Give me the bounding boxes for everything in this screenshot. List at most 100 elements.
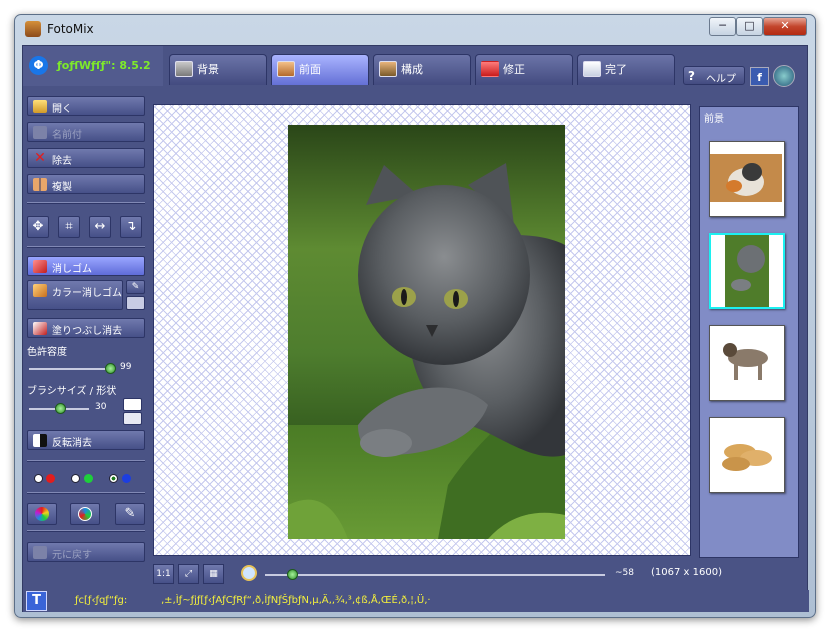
check-document-icon <box>583 61 601 77</box>
thumbnail-image <box>725 235 769 307</box>
color-wheel-icon[interactable] <box>27 503 57 525</box>
zoom-value: ~58 <box>615 568 634 578</box>
transform-toolbar: ✥ ⌗ ↔ ↴ <box>27 216 145 240</box>
tab-label: 前面 <box>299 63 321 76</box>
tab-fix[interactable]: 修正 <box>475 54 573 85</box>
save-label: 名前付 <box>52 130 82 141</box>
tab-label: 背景 <box>197 63 219 76</box>
eraser-button[interactable]: 消しゴム <box>27 256 145 276</box>
thumbnail-image <box>723 343 768 380</box>
grid-icon[interactable]: ▦ <box>203 564 224 584</box>
brush-size-label: ブラシサイズ / 形状 <box>27 386 117 397</box>
fill-erase-button[interactable]: 塗りつぶし消去 <box>27 318 145 338</box>
color-eraser-icon <box>33 284 47 297</box>
thumbnail-cat-sitting[interactable] <box>709 141 785 217</box>
flip-horizontal-icon[interactable]: ↔ <box>89 216 111 238</box>
fill-bucket-icon <box>33 322 47 335</box>
wand-icon[interactable]: ✎ <box>115 503 145 525</box>
title-bar: FotoMix ─ □ ✕ <box>15 15 815 43</box>
move-icon[interactable]: ✥ <box>27 216 49 238</box>
divider <box>27 202 145 204</box>
save-button[interactable]: 名前付 <box>27 122 145 142</box>
brush-size-slider[interactable] <box>29 403 89 414</box>
divider <box>27 460 145 462</box>
undo-icon <box>33 546 47 559</box>
color-tolerance-slider[interactable] <box>29 363 116 374</box>
undo-label: 元に戻す <box>52 550 92 561</box>
help-icon: ? <box>688 69 695 83</box>
globe-icon[interactable] <box>773 65 795 87</box>
open-button[interactable]: 開く <box>27 96 145 116</box>
eyedropper-icon[interactable]: ✎ <box>126 280 145 294</box>
status-bar: T ƒc[ƒ‹ƒqƒ“ƒg: ‚±‚Ìƒ~ƒjƒ[ƒ‹ƒAƒCƒRƒ“‚ð‚Ìƒ… <box>23 590 809 612</box>
radio-green[interactable] <box>71 474 80 483</box>
help-label: ヘルプ <box>706 74 736 85</box>
tab-label: 構成 <box>401 63 423 76</box>
help-button[interactable]: ? ヘルプ <box>683 66 745 85</box>
divider <box>27 530 145 532</box>
thumbnail-walking-cat[interactable] <box>709 325 785 401</box>
open-label: 開く <box>52 104 72 115</box>
logo-area: Φ ƒoƒſWƒſƒ": 8.5.2 <box>23 46 163 86</box>
invert-erase-button[interactable]: 反転消去 <box>27 430 145 450</box>
duplicate-button[interactable]: 複製 <box>27 174 145 194</box>
color-tolerance-value: 99 <box>120 362 132 372</box>
round-brush-shape[interactable] <box>123 398 142 411</box>
remove-label: 除去 <box>52 156 72 167</box>
actual-size-button[interactable]: 1:1 <box>153 564 174 584</box>
eraser-icon <box>33 260 47 273</box>
rotate-icon[interactable]: ↴ <box>120 216 142 238</box>
radio-blue-selected[interactable] <box>109 474 118 483</box>
zoom-slider[interactable] <box>265 569 605 580</box>
tab-done[interactable]: 完了 <box>577 54 675 85</box>
brush-size-value: 30 <box>95 402 107 412</box>
color-eraser-button[interactable]: カラー消しゴム <box>27 280 123 310</box>
version-label: ƒoƒſWƒſƒ": 8.5.2 <box>57 59 151 72</box>
remove-button[interactable]: ✕ 除去 <box>27 148 145 168</box>
background-tab-icon <box>175 61 193 77</box>
brush-icon <box>481 61 499 77</box>
color-eraser-label: カラー消しゴム <box>52 288 122 299</box>
composition-tab-icon <box>379 61 397 77</box>
text-tool-icon[interactable]: T <box>26 591 47 611</box>
tooltip-text: ‚±‚Ìƒ~ƒjƒ[ƒ‹ƒAƒCƒRƒ“‚ð‚ÌƒNƒŠƒbƒN‚µ‚Ä‚­‚¾… <box>161 595 431 606</box>
maximize-button[interactable]: □ <box>736 17 763 36</box>
image-dimensions: (1067 x 1600) <box>651 567 722 578</box>
zoom-knob[interactable] <box>287 569 298 580</box>
cat-image <box>288 163 565 539</box>
tab-background[interactable]: 背景 <box>169 54 267 85</box>
duplicate-icon <box>33 178 47 191</box>
undo-button[interactable]: 元に戻す <box>27 542 145 562</box>
crop-icon[interactable]: ⌗ <box>58 216 80 238</box>
square-brush-shape[interactable] <box>123 412 142 425</box>
tooltip-label: ƒc[ƒ‹ƒqƒ“ƒg: <box>75 595 128 606</box>
tab-foreground[interactable]: 前面 <box>271 54 369 85</box>
view-toolbar: 1:1 ⤢ ▦ ~58 (1067 x 1600) <box>153 562 803 586</box>
foreground-photo[interactable] <box>288 125 565 539</box>
delete-x-icon: ✕ <box>34 150 46 166</box>
folder-icon <box>33 100 47 113</box>
tab-label: 完了 <box>605 63 627 76</box>
red-dot <box>46 474 55 483</box>
divider <box>27 492 145 494</box>
color-tolerance-label: 色許容度 <box>27 347 67 358</box>
color-swatch[interactable] <box>126 296 145 310</box>
minimize-button[interactable]: ─ <box>709 17 736 36</box>
facebook-icon[interactable]: f <box>750 67 769 86</box>
green-dot <box>84 474 93 483</box>
canvas-area[interactable] <box>153 104 691 556</box>
fit-window-icon[interactable]: ⤢ <box>178 564 199 584</box>
foreground-panel: 前景 <box>699 106 799 558</box>
slider-knob[interactable] <box>105 363 116 374</box>
thumbnail-gray-cat-selected[interactable] <box>709 233 785 309</box>
color-adjust-icon[interactable] <box>70 503 100 525</box>
slider-knob[interactable] <box>55 403 66 414</box>
eraser-label: 消しゴム <box>52 264 92 275</box>
divider <box>27 246 145 248</box>
thumbnail-cookies[interactable] <box>709 417 785 493</box>
client-area: Φ ƒoƒſWƒſƒ": 8.5.2 背景 前面 構成 修正 完了 ? ヘルプ … <box>22 45 809 612</box>
close-button[interactable]: ✕ <box>763 17 807 36</box>
invert-erase-label: 反転消去 <box>52 438 92 449</box>
tab-composition[interactable]: 構成 <box>373 54 471 85</box>
radio-red[interactable] <box>34 474 43 483</box>
